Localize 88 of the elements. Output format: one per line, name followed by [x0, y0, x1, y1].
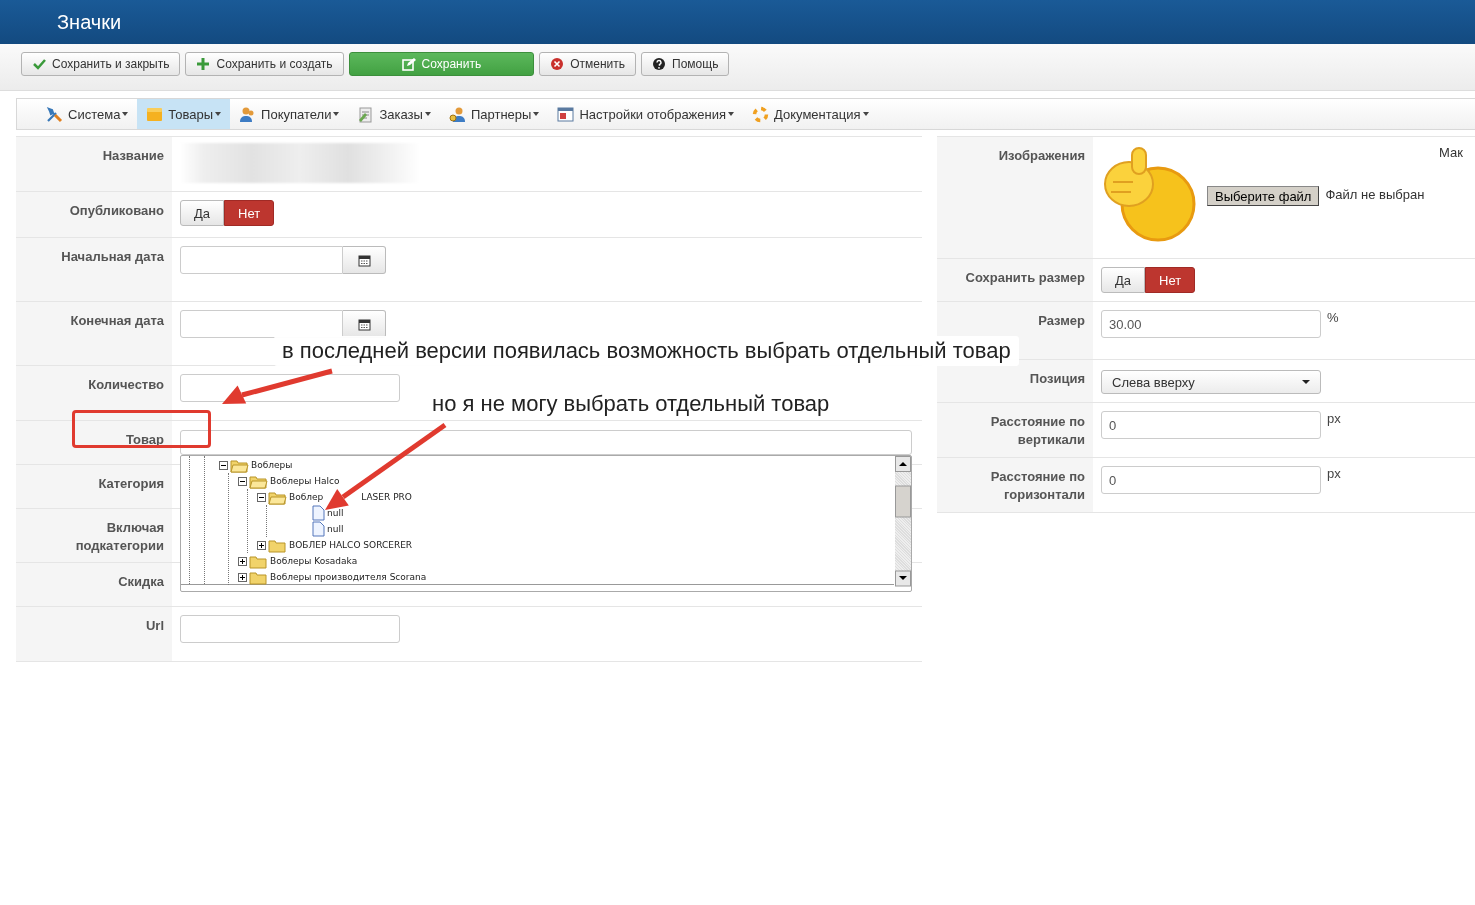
unit-label: %: [1327, 310, 1339, 325]
tree-item[interactable]: Воблеры Halco: [270, 476, 340, 486]
tree-item-text: LASER PRO: [361, 492, 412, 502]
toolbar-button[interactable]: Отменить: [539, 52, 637, 76]
caret-icon: [333, 112, 340, 116]
calendar-button[interactable]: [343, 310, 386, 338]
field-label: Скидка: [118, 574, 164, 589]
annotation-text: в последней версии появилась возможность выбрать отдельный товар: [274, 336, 1019, 366]
toggle-button[interactable]: Нет: [1145, 267, 1196, 293]
toggle-button[interactable]: Нет: [224, 200, 275, 226]
field-label: Url: [145, 618, 164, 633]
field-label: Позиция: [1029, 371, 1085, 386]
date-field[interactable]: [180, 310, 343, 338]
tree-item[interactable]: Воблеры Kosadaka: [270, 556, 358, 566]
unit-label: px: [1327, 466, 1341, 481]
position-select[interactable]: Слева вверху: [1101, 370, 1321, 394]
input-field[interactable]: 0: [1101, 411, 1321, 439]
caret-icon: [728, 112, 735, 116]
cancel-icon: [550, 57, 565, 71]
date-field[interactable]: [180, 246, 343, 274]
file-icon: [312, 521, 325, 537]
folder-icon: [268, 537, 287, 553]
field-label: Размер: [1038, 313, 1085, 328]
tree-item[interactable]: null: [327, 508, 344, 518]
menu-item[interactable]: Покупатели: [230, 99, 349, 129]
field-text: Мак: [1439, 145, 1464, 160]
folder-icon: [249, 473, 268, 489]
field-label: Включая подкатегории: [75, 520, 164, 553]
field-label: Название: [102, 148, 164, 163]
caret-icon: [533, 112, 540, 116]
toolbar-button[interactable]: Сохранить и создать: [185, 52, 344, 76]
calendar-icon: [357, 317, 371, 331]
caret-icon: [862, 112, 869, 116]
field-label: Расстояние по вертикали: [990, 414, 1085, 447]
plus-icon: [196, 57, 211, 71]
field-label: Товар: [125, 432, 164, 447]
box-icon: [146, 105, 164, 123]
menu-item[interactable]: Документация: [743, 99, 878, 129]
tree-item[interactable]: Воблеры производителя Scorana: [270, 572, 427, 582]
users-icon: [448, 105, 466, 123]
field-label: Расстояние по горизонтали: [990, 469, 1085, 502]
toolbar-button[interactable]: Сохранить и закрыть: [21, 52, 181, 76]
folder-icon: [268, 489, 287, 505]
field-label: Опубликовано: [69, 203, 164, 218]
input-field[interactable]: 0: [1101, 466, 1321, 494]
menu-item[interactable]: Товары: [137, 99, 231, 129]
input-field[interactable]: 30.00: [1101, 310, 1321, 338]
input-field[interactable]: [180, 374, 400, 402]
field-label: Конечная дата: [70, 313, 164, 328]
calendar-button[interactable]: [343, 246, 386, 274]
file-icon: [312, 505, 325, 521]
product-field[interactable]: [180, 430, 912, 455]
calendar-icon: [357, 253, 371, 267]
input-field[interactable]: [180, 615, 400, 643]
tree-item[interactable]: null: [327, 524, 344, 534]
edit-icon: [401, 57, 416, 71]
menu-item[interactable]: Заказы: [348, 99, 440, 129]
caret-icon: [1302, 380, 1310, 384]
window-icon: [557, 105, 575, 123]
tree-item[interactable]: Воблер: [289, 492, 324, 502]
field-label: Количество: [88, 377, 164, 392]
choose-file-button[interactable]: Выберите файл: [1207, 186, 1320, 206]
field-label: Сохранить размер: [965, 270, 1085, 285]
toolbar-button[interactable]: Помощь: [641, 52, 730, 76]
caret-icon: [122, 112, 129, 116]
menu-item[interactable]: Настройки отображения: [548, 99, 744, 129]
tree-item[interactable]: Воблеры: [251, 460, 293, 470]
unit-label: px: [1327, 411, 1341, 426]
field-label: Категория: [98, 476, 164, 491]
tree-item[interactable]: ВОБЛЕР HALCO SORCERER: [289, 540, 413, 550]
clipboard-icon: [357, 105, 375, 123]
field-label: Начальная дата: [61, 249, 164, 264]
menu-item[interactable]: Система: [37, 99, 138, 129]
field-label: Изображения: [998, 148, 1085, 163]
file-status: Файл не выбран: [1325, 187, 1425, 202]
folder-icon: [249, 569, 268, 585]
check-icon: [32, 57, 46, 71]
caret-icon: [424, 112, 431, 116]
lifebuoy-icon: [752, 105, 770, 123]
toggle-button[interactable]: Да: [180, 200, 225, 226]
caret-icon: [215, 112, 222, 116]
menu-item[interactable]: Партнеры: [439, 99, 549, 129]
folder-icon: [230, 457, 249, 473]
page-title: Значки: [57, 10, 122, 34]
folder-icon: [249, 553, 268, 569]
tools-icon: [46, 105, 63, 123]
toggle-button[interactable]: Да: [1101, 267, 1146, 293]
help-icon: [652, 57, 667, 71]
